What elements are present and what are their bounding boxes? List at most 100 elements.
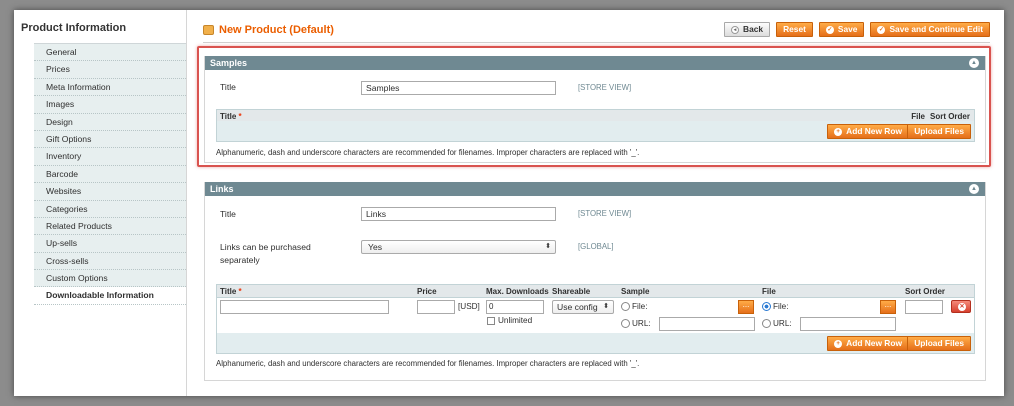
tab-custom-options[interactable]: Custom Options	[34, 270, 186, 288]
page-title: New Product (Default)	[203, 24, 334, 36]
tab-cross-sells[interactable]: Cross-sells	[34, 252, 186, 271]
links-col-title: Title *	[220, 287, 242, 296]
tab-images[interactable]: Images	[34, 96, 186, 114]
link-shareable-select[interactable]: Use config ⬍	[552, 300, 614, 314]
links-grid-footer: + Add New Row Upload Files	[217, 333, 974, 353]
links-grid: Title * Price Max. Downloads Shareable S…	[216, 284, 975, 354]
purchase-separately-value: Yes	[368, 242, 383, 252]
samples-add-row-label: Add New Row	[846, 126, 902, 136]
links-upload-label: Upload Files	[914, 338, 964, 348]
unlimited-label: Unlimited	[498, 316, 533, 325]
links-filename-note: Alphanumeric, dash and underscore charac…	[216, 359, 640, 368]
samples-filename-note: Alphanumeric, dash and underscore charac…	[216, 148, 640, 157]
links-title-label: Title	[220, 209, 236, 219]
link-max-downloads-input[interactable]: 0	[486, 300, 544, 314]
save-continue-button-label: Save and Continue Edit	[889, 24, 983, 34]
tab-meta-information[interactable]: Meta Information	[34, 78, 186, 97]
back-button-label: Back	[743, 24, 764, 34]
samples-section-header[interactable]: Samples ▲	[205, 56, 985, 70]
file-file-label: File:	[773, 302, 789, 311]
links-add-row-label: Add New Row	[846, 338, 902, 348]
links-col-max-downloads: Max. Downloads	[486, 287, 549, 296]
tab-gift-options[interactable]: Gift Options	[34, 130, 186, 149]
link-price-input[interactable]	[417, 300, 455, 314]
tab-related-products[interactable]: Related Products	[34, 217, 186, 236]
links-title-input[interactable]: Links	[361, 207, 556, 221]
sample-file-label: File:	[632, 302, 648, 311]
collapse-icon[interactable]: ▲	[969, 184, 979, 194]
samples-col-file: File	[911, 112, 925, 121]
sample-url-label: URL:	[632, 319, 651, 328]
delete-x-icon: ✕	[958, 303, 966, 311]
samples-section: Samples ▲ Title Samples [STORE VIEW] Tit…	[204, 56, 986, 163]
file-url-input[interactable]	[800, 317, 896, 331]
file-browse-button[interactable]: ...	[880, 300, 896, 314]
samples-upload-button[interactable]: Upload Files	[907, 124, 971, 139]
required-star: *	[238, 112, 242, 121]
link-sort-order-input[interactable]	[905, 300, 943, 314]
samples-col-title-text: Title	[220, 112, 237, 121]
tab-categories[interactable]: Categories	[34, 200, 186, 218]
samples-grid: Title * File Sort Order + Add New Row Upl…	[216, 109, 975, 142]
delete-row-button[interactable]: ✕	[951, 300, 971, 313]
purchase-separately-scope: [GLOBAL]	[578, 242, 614, 251]
samples-title-scope: [STORE VIEW]	[578, 83, 632, 92]
admin-window: Product Information General Prices Meta …	[14, 10, 1004, 396]
samples-upload-label: Upload Files	[914, 126, 964, 136]
main-content: New Product (Default) ◂ Back Reset ✓ Save …	[186, 10, 1004, 396]
links-col-sample: Sample	[621, 287, 650, 296]
links-section-title: Links	[210, 184, 234, 194]
links-section-header[interactable]: Links ▲	[205, 182, 985, 196]
links-title-scope: [STORE VIEW]	[578, 209, 632, 218]
sample-url-radio[interactable]	[621, 319, 630, 328]
file-file-radio[interactable]	[762, 302, 771, 311]
page-header: New Product (Default) ◂ Back Reset ✓ Save …	[203, 22, 990, 43]
tab-general[interactable]: General	[34, 44, 186, 62]
samples-grid-footer: + Add New Row Upload Files	[217, 121, 974, 141]
file-url-radio[interactable]	[762, 319, 771, 328]
sample-browse-button[interactable]: ...	[738, 300, 754, 314]
unlimited-checkbox[interactable]	[487, 317, 495, 325]
sidebar-title: Product Information	[21, 22, 127, 34]
add-icon: +	[834, 339, 843, 348]
save-continue-check-icon: ✓	[877, 25, 886, 34]
collapse-icon[interactable]: ▲	[969, 58, 979, 68]
purchase-separately-label: Links can be purchased separately	[220, 241, 311, 267]
links-col-price: Price	[417, 287, 437, 296]
back-button[interactable]: ◂ Back	[724, 22, 771, 37]
samples-title-input[interactable]: Samples	[361, 81, 556, 95]
link-price-currency: [USD]	[458, 302, 480, 311]
links-col-title-text: Title	[220, 287, 237, 296]
links-col-shareable: Shareable	[552, 287, 591, 296]
page-title-text: New Product (Default)	[219, 24, 334, 36]
purchase-label-line2: separately	[220, 255, 260, 265]
link-shareable-value: Use config	[557, 302, 598, 312]
save-continue-button[interactable]: ✓ Save and Continue Edit	[870, 22, 990, 37]
reset-button-label: Reset	[783, 24, 806, 34]
link-title-input[interactable]	[220, 300, 389, 314]
links-section: Links ▲ Title Links [STORE VIEW] Links c…	[204, 182, 986, 381]
tab-barcode[interactable]: Barcode	[34, 165, 186, 184]
tab-websites[interactable]: Websites	[34, 183, 186, 201]
links-add-row-button[interactable]: + Add New Row	[827, 336, 909, 351]
tab-up-sells[interactable]: Up-sells	[34, 235, 186, 253]
tab-prices[interactable]: Prices	[34, 61, 186, 79]
purchase-separately-select[interactable]: Yes ⬍	[361, 240, 556, 254]
save-check-icon: ✓	[825, 25, 834, 34]
save-button[interactable]: ✓ Save	[818, 22, 865, 37]
tab-downloadable-information[interactable]: Downloadable Information	[34, 287, 186, 305]
back-arrow-icon: ◂	[731, 25, 740, 34]
sample-file-radio[interactable]	[621, 302, 630, 311]
samples-title-label: Title	[220, 82, 236, 92]
reset-button[interactable]: Reset	[776, 22, 813, 37]
links-upload-button[interactable]: Upload Files	[907, 336, 971, 351]
sample-url-input[interactable]	[659, 317, 755, 331]
samples-add-row-button[interactable]: + Add New Row	[827, 124, 909, 139]
header-buttons: ◂ Back Reset ✓ Save ✓ Save and Continue Edi…	[724, 22, 990, 37]
tab-inventory[interactable]: Inventory	[34, 148, 186, 166]
tab-list: General Prices Meta Information Images D…	[34, 43, 186, 305]
file-url-label: URL:	[773, 319, 792, 328]
samples-col-sort-order: Sort Order	[929, 112, 970, 121]
samples-section-title: Samples	[210, 58, 248, 68]
tab-design[interactable]: Design	[34, 113, 186, 131]
